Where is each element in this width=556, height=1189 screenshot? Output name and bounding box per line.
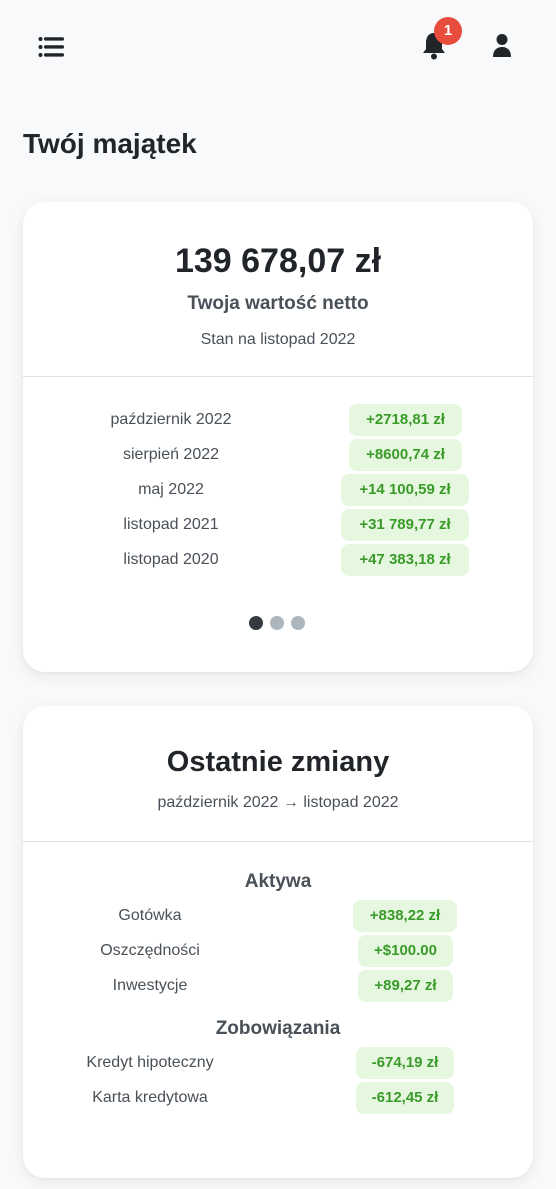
asset-row: Gotówka +838,22 zł: [23, 900, 533, 932]
net-worth-value: 139 678,07 zł: [174, 242, 382, 280]
top-bar: 1: [0, 0, 556, 92]
history-period: listopad 2021: [123, 516, 219, 533]
carousel-dot-1[interactable]: [249, 616, 263, 630]
history-row: listopad 2020 +47 383,18 zł: [23, 544, 533, 576]
liability-row: Karta kredytowa -612,45 zł: [23, 1082, 533, 1114]
history-change-badge: +8600,74 zł: [349, 439, 462, 471]
net-worth-as-of: Stan na listopad 2022: [200, 331, 356, 348]
liability-name: Karta kredytowa: [92, 1089, 208, 1106]
liability-row: Kredyt hipoteczny -674,19 zł: [23, 1047, 533, 1079]
recent-changes-card: Ostatnie zmiany październik 2022 → listo…: [23, 706, 533, 1178]
history-change-badge: +2718,81 zł: [349, 404, 462, 436]
recent-changes-title: Ostatnie zmiany: [166, 746, 390, 778]
asset-row: Oszczędności +$100.00: [23, 935, 533, 967]
notification-count-badge: 1: [434, 17, 462, 45]
page-title: Twój majątek: [23, 128, 197, 159]
liabilities-heading: Zobowiązania: [215, 1018, 341, 1039]
history-row: listopad 2021 +31 789,77 zł: [23, 509, 533, 541]
carousel-dot-2[interactable]: [270, 616, 284, 630]
divider: [23, 376, 533, 377]
history-period: sierpień 2022: [122, 446, 220, 463]
user-profile-icon[interactable]: [490, 32, 514, 60]
asset-row: Inwestycje +89,27 zł: [23, 970, 533, 1002]
asset-change-badge: +838,22 zł: [353, 900, 457, 932]
liability-change-badge: -674,19 zł: [356, 1047, 454, 1079]
history-period: listopad 2020: [123, 551, 219, 568]
liability-change-badge: -612,45 zł: [356, 1082, 454, 1114]
asset-change-badge: +$100.00: [358, 935, 453, 967]
history-change-badge: +31 789,77 zł: [341, 509, 469, 541]
recent-changes-range: październik 2022 → listopad 2022: [157, 794, 399, 811]
net-worth-label: Twoja wartość netto: [187, 293, 369, 314]
history-period: maj 2022: [138, 481, 204, 498]
history-period: październik 2022: [110, 411, 232, 428]
carousel-pagination: [249, 616, 309, 630]
history-row: sierpień 2022 +8600,74 zł: [23, 439, 533, 471]
asset-name: Oszczędności: [100, 942, 200, 959]
divider: [23, 841, 533, 842]
history-row: październik 2022 +2718,81 zł: [23, 404, 533, 436]
asset-name: Gotówka: [118, 907, 182, 924]
liability-name: Kredyt hipoteczny: [86, 1054, 214, 1071]
history-change-badge: +14 100,59 zł: [341, 474, 469, 506]
asset-change-badge: +89,27 zł: [358, 970, 453, 1002]
history-row: maj 2022 +14 100,59 zł: [23, 474, 533, 506]
history-change-badge: +47 383,18 zł: [341, 544, 469, 576]
asset-name: Inwestycje: [112, 977, 188, 994]
assets-heading: Aktywa: [244, 871, 312, 892]
menu-icon[interactable]: [38, 36, 66, 58]
carousel-dot-3[interactable]: [291, 616, 305, 630]
net-worth-card: 139 678,07 zł Twoja wartość netto Stan n…: [23, 202, 533, 672]
